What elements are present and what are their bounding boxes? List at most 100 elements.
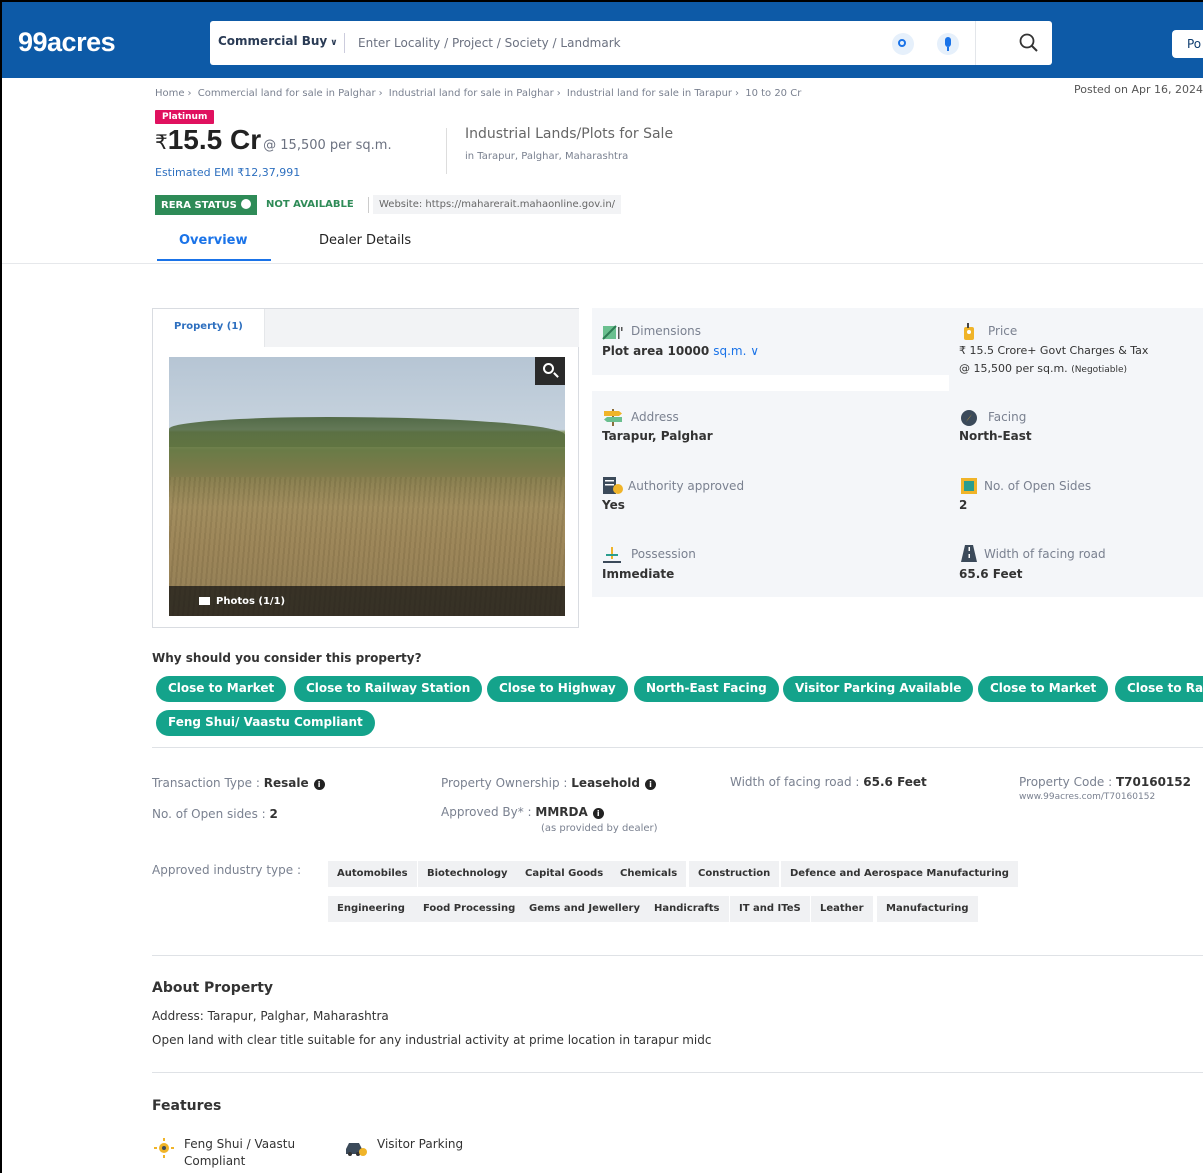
search-icon[interactable] <box>1018 32 1040 54</box>
rera-website[interactable]: Website: https://maharerait.mahaonline.g… <box>373 195 622 214</box>
unit-label: sq.m. <box>713 344 747 358</box>
price-tag-icon <box>964 323 974 340</box>
search-input[interactable] <box>358 29 858 57</box>
about-description: Open land with clear title suitable for … <box>152 1033 712 1047</box>
price-per-sqm: @ 15,500 per sq.m. (Negotiable) <box>959 362 1127 375</box>
address-label: Address <box>631 410 679 424</box>
divider <box>2 263 1203 264</box>
breadcrumb-separator: › <box>556 88 561 99</box>
ownership-value: Leasehold <box>571 776 640 790</box>
tab-dealer-details[interactable]: Dealer Details <box>319 233 411 248</box>
rera-value: NOT AVAILABLE <box>266 199 354 210</box>
rera-status-badge[interactable]: RERA STATUS <box>155 195 257 215</box>
divider <box>344 33 345 53</box>
price-label: Price <box>988 324 1018 338</box>
approved-by: Approved By* : MMRDA i <box>441 805 604 819</box>
detail-cell-bg <box>592 308 949 375</box>
open-sides-icon <box>961 478 977 494</box>
breadcrumb-separator: › <box>378 88 383 99</box>
highlight-chip[interactable]: Close to Market <box>978 676 1109 702</box>
breadcrumb-item[interactable]: Industrial land for sale in Tarapur <box>567 88 732 99</box>
tab-overview[interactable]: Overview <box>179 233 248 248</box>
breadcrumb-item[interactable]: 10 to 20 Cr <box>745 88 801 99</box>
zoom-icon[interactable] <box>535 357 565 385</box>
possession-value: Immediate <box>602 567 675 581</box>
info-icon <box>240 199 251 209</box>
industry-tag: Biotechnology <box>418 861 517 887</box>
info-icon[interactable]: i <box>644 779 656 790</box>
search-type-label: Commercial Buy <box>218 34 328 48</box>
currency-symbol: ₹ <box>155 130 168 154</box>
highlight-chip[interactable]: North-East Facing <box>634 676 779 702</box>
negotiable-note: (Negotiable) <box>1071 365 1127 375</box>
plot-area: Plot area 10000 <box>602 344 710 358</box>
property-code-label: Property Code : <box>1019 775 1113 789</box>
road-width-label: Width of facing road <box>984 547 1106 561</box>
open-sides-info: No. of Open sides : 2 <box>152 807 278 821</box>
photo-tab-strip <box>265 309 579 347</box>
breadcrumb-separator: › <box>735 88 740 99</box>
price-per-sqm-value: @ 15,500 per sq.m. <box>959 362 1068 375</box>
post-property-button[interactable]: Po <box>1172 30 1203 58</box>
property-location: in Tarapur, Palghar, Maharashtra <box>465 151 629 162</box>
road-icon <box>961 545 977 562</box>
microphone-icon[interactable] <box>937 33 959 55</box>
facing-road-width: Width of facing road : 65.6 Feet <box>730 775 927 789</box>
info-icon[interactable]: i <box>313 779 325 790</box>
info-icon[interactable]: i <box>592 808 604 819</box>
highlight-chip[interactable]: Close to Highway <box>487 676 628 702</box>
approved-by-label: Approved By* : <box>441 805 532 819</box>
transaction-type: Transaction Type : Resale i <box>152 776 325 790</box>
highlight-chip[interactable]: Visitor Parking Available <box>783 676 974 702</box>
industry-tag: Chemicals <box>611 861 687 887</box>
signpost-icon <box>604 409 622 426</box>
property-ownership: Property Ownership : Leasehold i <box>441 776 656 790</box>
open-sides-label: No. of Open Sides <box>984 479 1092 493</box>
emi-link[interactable]: Estimated EMI ₹12,37,991 <box>155 166 300 179</box>
price: ₹15.5 Cr @ 15,500 per sq.m. <box>155 124 392 156</box>
road-width-label: Width of facing road : <box>730 775 860 789</box>
possession-icon <box>603 547 621 563</box>
photo-count[interactable]: Photos (1/1) <box>199 596 285 607</box>
page: 99acres Commercial Buy∨ Po Home› Commerc… <box>0 0 1203 1173</box>
highlight-chip[interactable]: Feng Shui/ Vaastu Compliant <box>156 710 375 736</box>
photo-card: Property (1) Photos (1/1) <box>152 308 579 628</box>
location-icon[interactable] <box>892 33 914 55</box>
breadcrumb-item[interactable]: Industrial land for sale in Palghar <box>389 88 554 99</box>
highlight-chip[interactable]: Close to Rai <box>1115 676 1203 702</box>
top-bar: 99acres Commercial Buy∨ Po <box>2 2 1203 78</box>
image-icon <box>199 597 210 605</box>
active-tab-indicator <box>157 259 271 261</box>
breadcrumb-item[interactable]: Home <box>155 88 185 99</box>
road-width-value: 65.6 Feet <box>863 775 927 789</box>
highlight-chip[interactable]: Close to Railway Station <box>294 676 483 702</box>
ownership-label: Property Ownership : <box>441 776 568 790</box>
dimensions-label: Dimensions <box>631 324 702 338</box>
property-code: Property Code : T70160152 <box>1019 775 1191 789</box>
industry-tag: Gems and Jewellery <box>520 896 649 922</box>
search-type-dropdown[interactable]: Commercial Buy ∨ <box>218 34 338 48</box>
property-title: Industrial Lands/Plots for Sale <box>465 126 674 142</box>
detail-cell-bg <box>592 391 1203 597</box>
divider <box>152 747 1203 748</box>
industry-type-label: Approved industry type : <box>152 863 302 877</box>
logo[interactable]: 99acres <box>18 27 116 58</box>
search-box: Commercial Buy ∨ <box>210 21 1052 65</box>
breadcrumb: Home › Commercial land for sale in Palgha… <box>155 88 801 99</box>
address-value: Tarapur, Palghar <box>602 429 713 443</box>
divider <box>975 21 976 65</box>
highlight-chip[interactable]: Close to Market <box>156 676 287 702</box>
price-value-detail: ₹ 15.5 Crore+ Govt Charges & Tax <box>959 344 1149 357</box>
divider <box>152 1072 1203 1073</box>
property-photo[interactable]: Photos (1/1) <box>169 357 565 616</box>
tab-property-photos[interactable]: Property (1) <box>153 309 265 347</box>
breadcrumb-separator: › <box>187 88 192 99</box>
transaction-type-value: Resale <box>263 776 309 790</box>
industry-tag: IT and ITeS <box>730 896 810 922</box>
unit-dropdown[interactable]: sq.m. ∨ <box>713 344 759 358</box>
posted-date: Posted on Apr 16, 2024 <box>1074 83 1203 96</box>
divider <box>152 955 1203 956</box>
breadcrumb-item[interactable]: Commercial land for sale in Palghar <box>198 88 376 99</box>
chevron-down-icon: ∨ <box>330 38 338 48</box>
property-url[interactable]: www.99acres.com/T70160152 <box>1019 792 1155 802</box>
